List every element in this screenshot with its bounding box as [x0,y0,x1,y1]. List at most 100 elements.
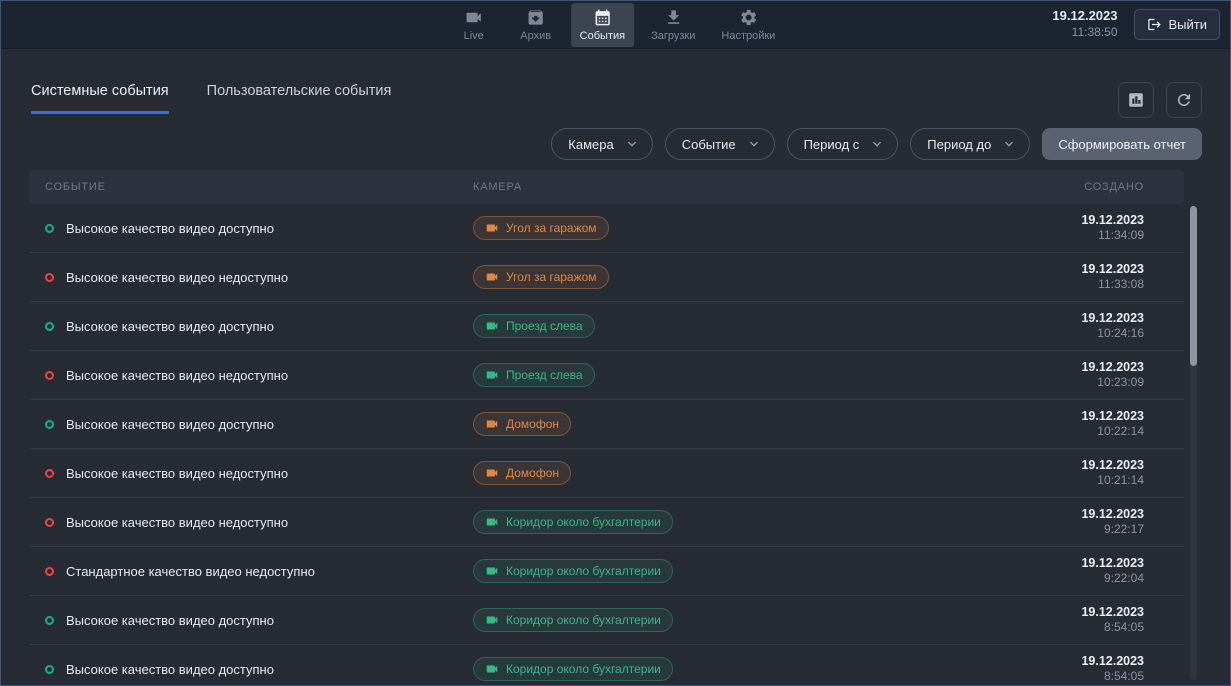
table-row[interactable]: Высокое качество видео недоступно Угол з… [29,253,1184,302]
gear-icon [739,8,758,27]
camera-name: Угол за гаражом [506,270,597,284]
camera-cell: Угол за гаражом [473,216,1004,240]
event-cell: Стандартное качество видео недоступно [29,564,473,579]
datetime: 19.12.2023 11:38:50 [1052,8,1117,40]
logout-label: Выйти [1169,17,1208,32]
event-label: Высокое качество видео недоступно [66,270,288,285]
event-label: Высокое качество видео недоступно [66,368,288,383]
created-date: 19.12.2023 [1004,653,1144,669]
period-from-label: Период с [804,137,860,152]
tabs-row: Системные события Пользовательские событ… [1,49,1230,118]
table-row[interactable]: Стандартное качество видео недоступно Ко… [29,547,1184,596]
nav-item-settings[interactable]: Настройки [712,3,784,47]
camera-badge[interactable]: Проезд слева [473,314,595,338]
camera-name: Коридор около бухгалтерии [506,662,661,676]
camera-badge[interactable]: Угол за гаражом [473,216,609,240]
table-row[interactable]: Высокое качество видео недоступно Коридо… [29,498,1184,547]
report-list-button[interactable] [1118,82,1154,118]
report-icon [1127,91,1145,109]
camera-name: Проезд слева [506,319,583,333]
event-cell: Высокое качество видео недоступно [29,270,473,285]
created-time: 10:24:16 [1004,326,1144,342]
created-cell: 19.12.2023 10:22:14 [1004,408,1184,440]
camera-badge[interactable]: Домофон [473,461,571,485]
camera-badge[interactable]: Домофон [473,412,571,436]
camera-badge[interactable]: Проезд слева [473,363,595,387]
logout-button[interactable]: Выйти [1134,9,1221,40]
status-icon [45,518,54,527]
camera-name: Домофон [506,466,559,480]
camera-icon [485,417,499,431]
period-to-dropdown[interactable]: Период до [910,128,1030,160]
period-from-dropdown[interactable]: Период с [787,128,899,160]
camera-cell: Коридор около бухгалтерии [473,608,1004,632]
camera-filter-label: Камера [568,137,613,152]
nav-item-archive[interactable]: Архив [509,3,563,47]
created-cell: 19.12.2023 10:24:16 [1004,310,1184,342]
camera-badge[interactable]: Коридор около бухгалтерии [473,657,673,681]
camera-badge[interactable]: Коридор около бухгалтерии [473,559,673,583]
status-icon [45,665,54,674]
logout-icon [1147,17,1162,32]
camera-cell: Проезд слева [473,314,1004,338]
event-label: Высокое качество видео доступно [66,417,274,432]
created-cell: 19.12.2023 10:21:14 [1004,457,1184,489]
camera-cell: Коридор около бухгалтерии [473,510,1004,534]
event-label: Высокое качество видео недоступно [66,515,288,530]
scrollbar-thumb[interactable] [1190,206,1197,366]
created-time: 11:34:09 [1004,228,1144,244]
event-label: Высокое качество видео доступно [66,662,274,677]
scrollbar[interactable] [1190,206,1197,680]
nav-item-downloads[interactable]: Загрузки [642,3,704,47]
table-row[interactable]: Высокое качество видео недоступно Проезд… [29,351,1184,400]
tab-user-events[interactable]: Пользовательские события [207,83,392,114]
camera-icon [485,368,499,382]
chevron-down-icon [869,136,885,152]
camera-badge[interactable]: Коридор около бухгалтерии [473,608,673,632]
event-cell: Высокое качество видео недоступно [29,466,473,481]
created-time: 10:21:14 [1004,473,1144,489]
camera-icon [485,515,499,529]
camera-badge[interactable]: Угол за гаражом [473,265,609,289]
camera-icon [485,662,499,676]
table-row[interactable]: Высокое качество видео недоступно Домофо… [29,449,1184,498]
calendar-icon [593,8,612,27]
created-cell: 19.12.2023 10:23:09 [1004,359,1184,391]
table-row[interactable]: Высокое качество видео доступно Угол за … [29,204,1184,253]
nav-item-events[interactable]: События [571,3,634,47]
table-row[interactable]: Высокое качество видео доступно Коридор … [29,645,1184,686]
event-label: Высокое качество видео доступно [66,613,274,628]
event-filter-dropdown[interactable]: Событие [665,128,775,160]
current-date: 19.12.2023 [1052,8,1117,25]
nav-item-live[interactable]: Live [447,3,501,47]
created-time: 9:22:17 [1004,522,1144,538]
header-camera: КАМЕРА [473,181,1004,193]
camera-icon [485,564,499,578]
chevron-down-icon [624,136,640,152]
tab-system-events[interactable]: Системные события [31,83,169,114]
archive-icon [526,8,545,27]
refresh-button[interactable] [1166,82,1202,118]
camera-name: Коридор около бухгалтерии [506,515,661,529]
generate-report-button[interactable]: Сформировать отчет [1042,128,1202,160]
current-time: 11:38:50 [1052,25,1117,41]
camera-icon [485,613,499,627]
camera-filter-dropdown[interactable]: Камера [551,128,652,160]
table-row[interactable]: Высокое качество видео доступно Проезд с… [29,302,1184,351]
event-label: Высокое качество видео доступно [66,319,274,334]
created-date: 19.12.2023 [1004,212,1144,228]
camera-icon [485,221,499,235]
download-icon [664,8,683,27]
table-row[interactable]: Высокое качество видео доступно Коридор … [29,596,1184,645]
camera-badge[interactable]: Коридор около бухгалтерии [473,510,673,534]
status-icon [45,322,54,331]
topbar-right: 19.12.2023 11:38:50 Выйти [1052,1,1220,48]
header-created: СОЗДАНО [1004,181,1184,193]
chevron-down-icon [1001,136,1017,152]
table-row[interactable]: Высокое качество видео доступно Домофон … [29,400,1184,449]
video-camera-icon [464,8,483,27]
created-date: 19.12.2023 [1004,359,1144,375]
tabs: Системные события Пользовательские событ… [31,83,391,114]
camera-name: Коридор около бухгалтерии [506,564,661,578]
created-time: 10:23:09 [1004,375,1144,391]
